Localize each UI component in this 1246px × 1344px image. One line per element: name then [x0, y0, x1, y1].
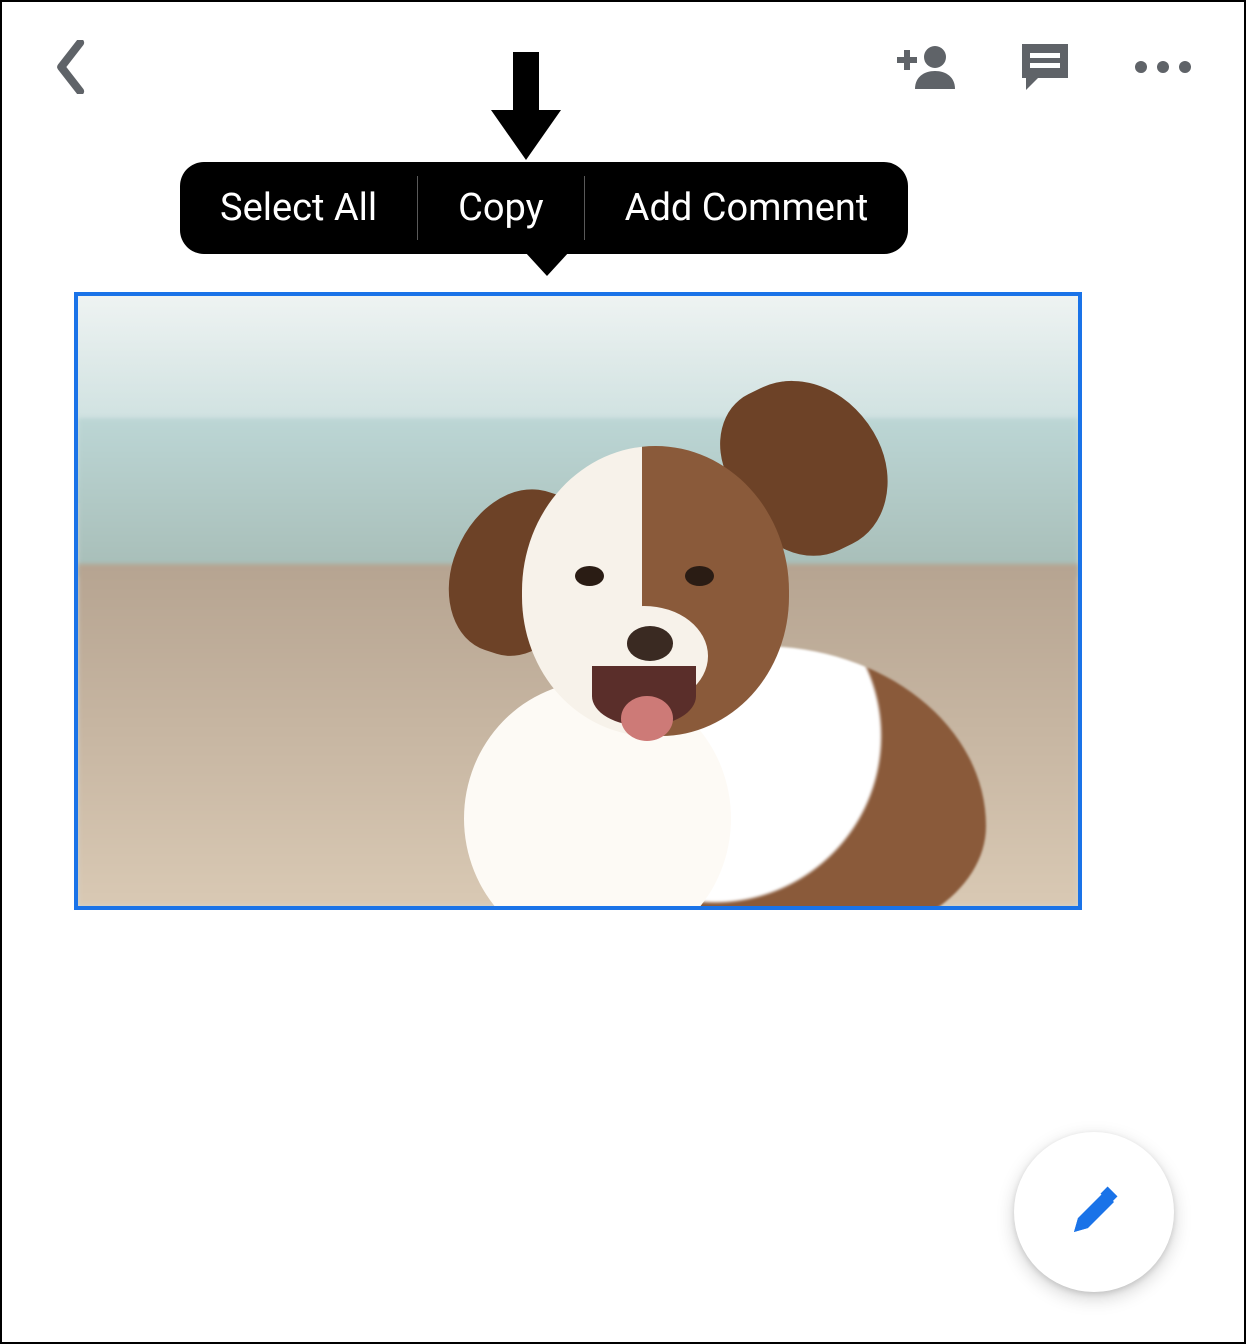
back-button[interactable]: [48, 43, 96, 91]
context-menu: Select All Copy Add Comment: [180, 162, 908, 254]
edit-fab[interactable]: [1014, 1132, 1174, 1292]
app-frame: Select All Copy Add Comment: [0, 0, 1246, 1344]
comment-icon: [1018, 40, 1072, 94]
pencil-icon: [1066, 1184, 1122, 1240]
selected-image[interactable]: [74, 292, 1082, 910]
more-options-button[interactable]: [1128, 32, 1198, 102]
context-menu-tail: [525, 252, 569, 276]
dog-photo-placeholder: [78, 296, 1078, 906]
menu-item-select-all[interactable]: Select All: [180, 162, 417, 254]
person-add-icon: [897, 43, 957, 91]
more-horizontal-icon: [1135, 61, 1191, 73]
comments-button[interactable]: [1010, 32, 1080, 102]
share-add-person-button[interactable]: [892, 32, 962, 102]
chevron-left-icon: [55, 40, 89, 94]
menu-item-copy[interactable]: Copy: [418, 162, 584, 254]
top-toolbar: [2, 2, 1244, 132]
menu-item-add-comment[interactable]: Add Comment: [585, 162, 909, 254]
